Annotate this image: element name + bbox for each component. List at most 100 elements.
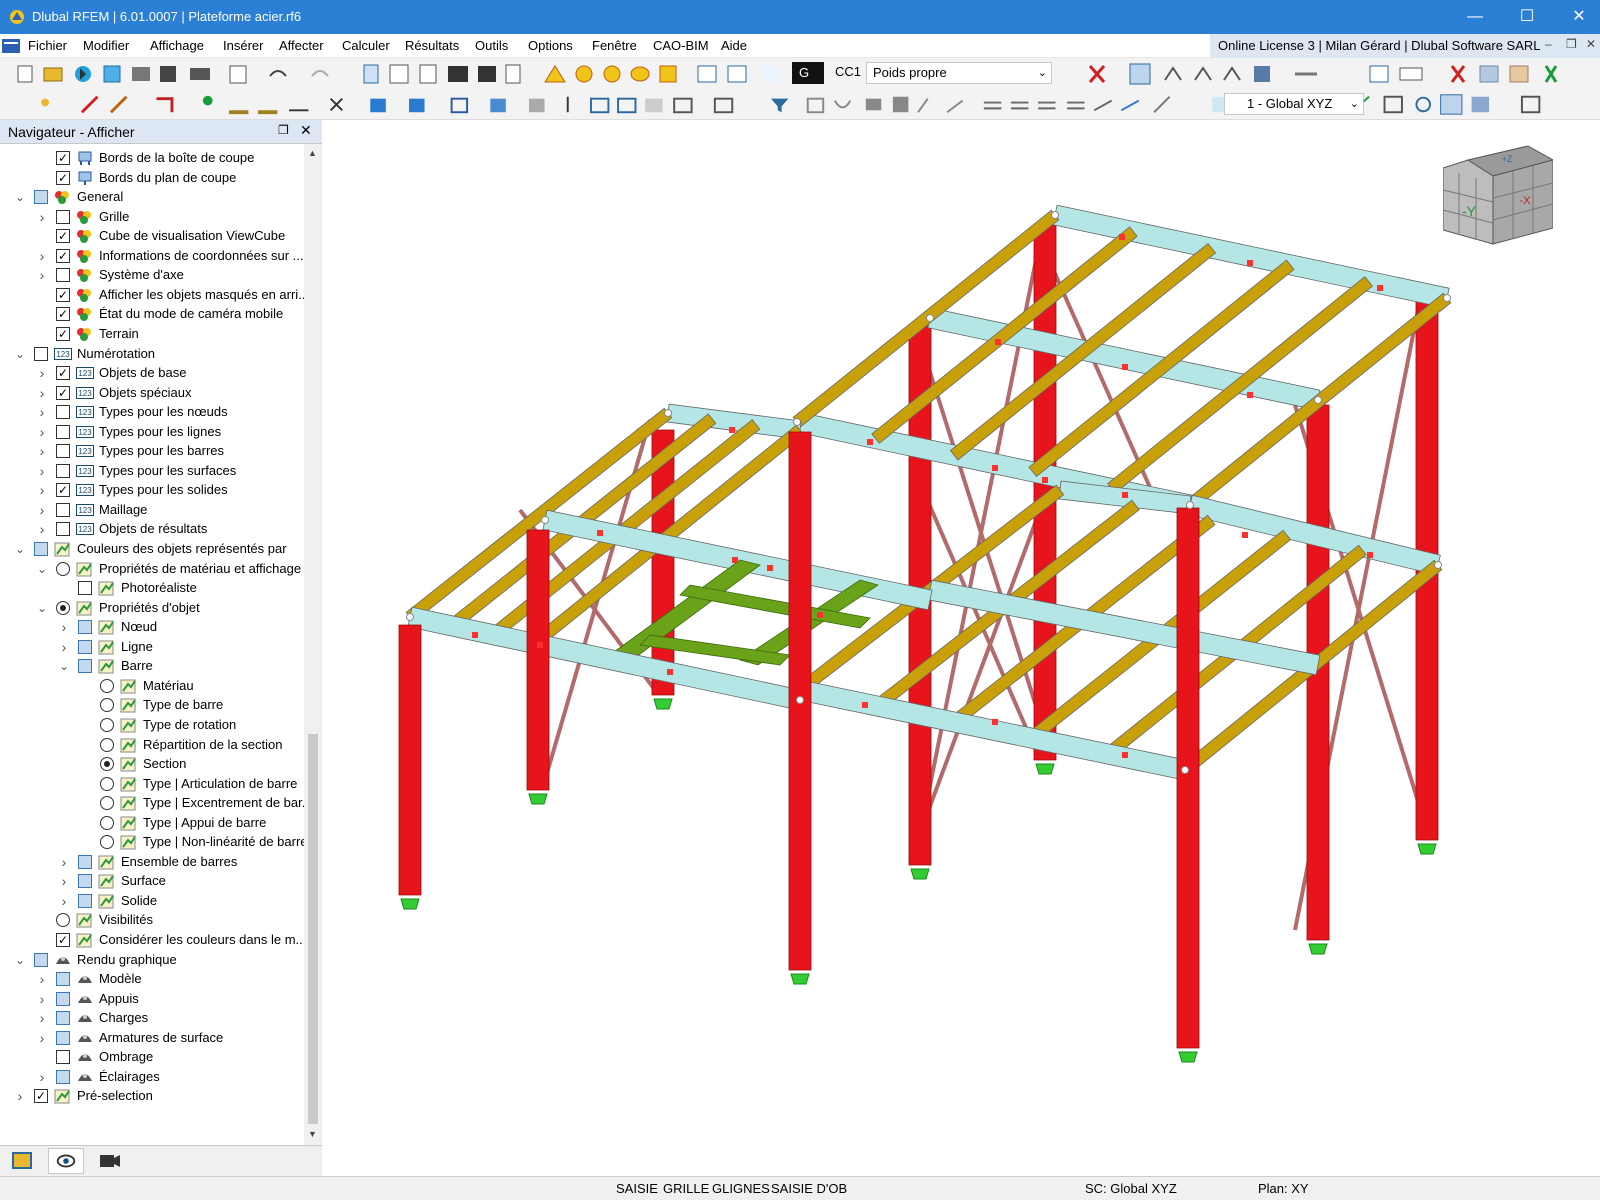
hinge-marker[interactable] [1367, 552, 1373, 558]
tree-item[interactable]: ✓ Bords de la boîte de coupe [0, 148, 300, 168]
document-icon[interactable] [2, 39, 20, 53]
radio-button[interactable] [100, 776, 114, 791]
tree-item[interactable]: › ✓ Pré-selection [0, 1086, 300, 1106]
expand-icon[interactable]: › [36, 386, 48, 400]
expand-icon[interactable]: › [36, 992, 48, 1006]
checkbox[interactable] [78, 854, 92, 869]
tree-item[interactable]: ⌄ 123 Numérotation [0, 344, 300, 364]
tree-item[interactable]: ⌄ Couleurs des objets représentés par [0, 539, 300, 559]
expand-icon[interactable]: › [58, 620, 70, 634]
collapse-icon[interactable]: ⌄ [14, 543, 26, 555]
data-tab-icon[interactable] [4, 1148, 40, 1174]
radio-button[interactable] [100, 717, 114, 732]
status-saisie-objets[interactable]: SAISIE D'OB [771, 1181, 847, 1196]
navigator-scrollbar[interactable]: ▲ ▼ [304, 144, 322, 1145]
tree-item[interactable]: Matériau [0, 676, 300, 696]
mdi-minimize-icon[interactable]: – [1545, 37, 1552, 51]
menu-calculer[interactable]: Calculer [342, 38, 390, 53]
checkbox[interactable]: ✓ [56, 151, 70, 165]
tree-item[interactable]: ⌄ Propriétés d'objet [0, 598, 300, 618]
hinge-marker[interactable] [1122, 492, 1128, 498]
hinge-marker[interactable] [767, 565, 773, 571]
structure-3d-view[interactable] [323, 120, 1600, 1176]
tree-item[interactable]: Type | Excentrement de bar... [0, 793, 304, 813]
expand-icon[interactable]: › [36, 1011, 48, 1025]
expand-icon[interactable]: › [36, 249, 48, 263]
checkbox[interactable] [56, 1011, 70, 1026]
tree-item[interactable]: Type | Non-linéarité de barre [0, 832, 304, 852]
checkbox[interactable] [34, 190, 48, 205]
hinge-marker[interactable] [1122, 752, 1128, 758]
support-icon[interactable] [1178, 1051, 1198, 1063]
expand-icon[interactable]: › [36, 1031, 48, 1045]
hinge-marker[interactable] [1122, 364, 1128, 370]
radio-button[interactable] [100, 698, 114, 713]
hinge-marker[interactable] [597, 530, 603, 536]
checkbox[interactable]: ✓ [56, 483, 70, 498]
node[interactable] [1186, 501, 1194, 509]
checkbox[interactable] [78, 893, 92, 908]
checkbox[interactable]: ✓ [56, 287, 70, 302]
support-icon[interactable] [910, 868, 930, 880]
scroll-down-icon[interactable]: ▼ [308, 1129, 317, 1139]
mdi-close-icon[interactable]: ✕ [1586, 37, 1596, 51]
collapse-icon[interactable]: ⌄ [14, 191, 26, 203]
status-grille[interactable]: GRILLE [663, 1181, 709, 1196]
tree-item[interactable]: › Armatures de surface [0, 1028, 300, 1048]
expand-icon[interactable]: › [58, 874, 70, 888]
checkbox[interactable] [56, 1069, 70, 1084]
loadcase-select[interactable]: Poids propre ⌄ [866, 62, 1052, 84]
hinge-marker[interactable] [1242, 532, 1248, 538]
hinge-marker[interactable] [729, 427, 735, 433]
radio-button[interactable] [100, 815, 114, 830]
checkbox[interactable] [56, 444, 70, 459]
tree-item[interactable]: Ombrage [0, 1047, 300, 1067]
hinge-marker[interactable] [995, 339, 1001, 345]
radio-button[interactable] [100, 678, 114, 693]
tree-item[interactable]: › Éclairages [0, 1067, 300, 1087]
checkbox[interactable] [56, 991, 70, 1006]
hinge-marker[interactable] [472, 632, 478, 638]
checkbox[interactable]: ✓ [56, 933, 70, 947]
tree-item[interactable]: › Charges [0, 1008, 300, 1028]
hinge-marker[interactable] [1377, 285, 1383, 291]
collapse-icon[interactable]: ⌄ [14, 954, 26, 966]
checkbox[interactable]: ✓ [56, 248, 70, 263]
undock-icon[interactable]: ❐ [278, 123, 289, 137]
tree-item[interactable]: Photoréaliste [0, 578, 300, 598]
tree-item[interactable]: › 123 Types pour les barres [0, 441, 300, 461]
checkbox[interactable] [34, 346, 48, 361]
tree-item[interactable]: Type de rotation [0, 715, 300, 735]
tree-item[interactable]: › 123 Maillage [0, 500, 300, 520]
minimize-icon[interactable]: — [1452, 0, 1498, 34]
tree-item[interactable]: › ✓ 123 Types pour les solides [0, 480, 300, 500]
tree-item[interactable]: ⌄ Propriétés de matériau et affichage [0, 559, 301, 579]
tree-item[interactable]: › Appuis [0, 989, 300, 1009]
hinge-marker[interactable] [862, 702, 868, 708]
expand-icon[interactable]: › [36, 1070, 48, 1084]
checkbox[interactable] [56, 463, 70, 478]
menu-aide[interactable]: Aide [721, 38, 747, 53]
tree-item[interactable]: Type | Appui de barre [0, 813, 300, 833]
tree-item[interactable]: › Grille [0, 207, 300, 227]
checkbox[interactable] [78, 639, 92, 654]
radio-button[interactable] [100, 835, 114, 850]
tree-item[interactable]: ⌄ Barre [0, 656, 300, 676]
node[interactable] [1314, 396, 1322, 404]
checkbox[interactable]: ✓ [56, 307, 70, 322]
expand-icon[interactable]: › [58, 894, 70, 908]
radio-button[interactable] [100, 737, 114, 752]
support-icon[interactable] [653, 698, 673, 710]
hinge-marker[interactable] [667, 669, 673, 675]
menu-modifier[interactable]: Modifier [83, 38, 129, 53]
tree-item[interactable]: ✓ Cube de visualisation ViewCube [0, 226, 300, 246]
collapse-icon[interactable]: ⌄ [36, 602, 48, 614]
checkbox[interactable] [56, 502, 70, 517]
navigator-tree[interactable]: ✓ Bords de la boîte de coupe ✓ Bords du pla… [0, 144, 304, 1145]
hinge-marker[interactable] [1119, 234, 1125, 240]
tree-item[interactable]: › 123 Types pour les lignes [0, 422, 300, 442]
checkbox[interactable] [78, 581, 92, 596]
menu-cao-bim[interactable]: CAO-BIM [653, 38, 709, 53]
tree-item[interactable]: ⌄ Rendu graphique [0, 950, 300, 970]
close-icon[interactable]: ✕ [1556, 0, 1600, 34]
